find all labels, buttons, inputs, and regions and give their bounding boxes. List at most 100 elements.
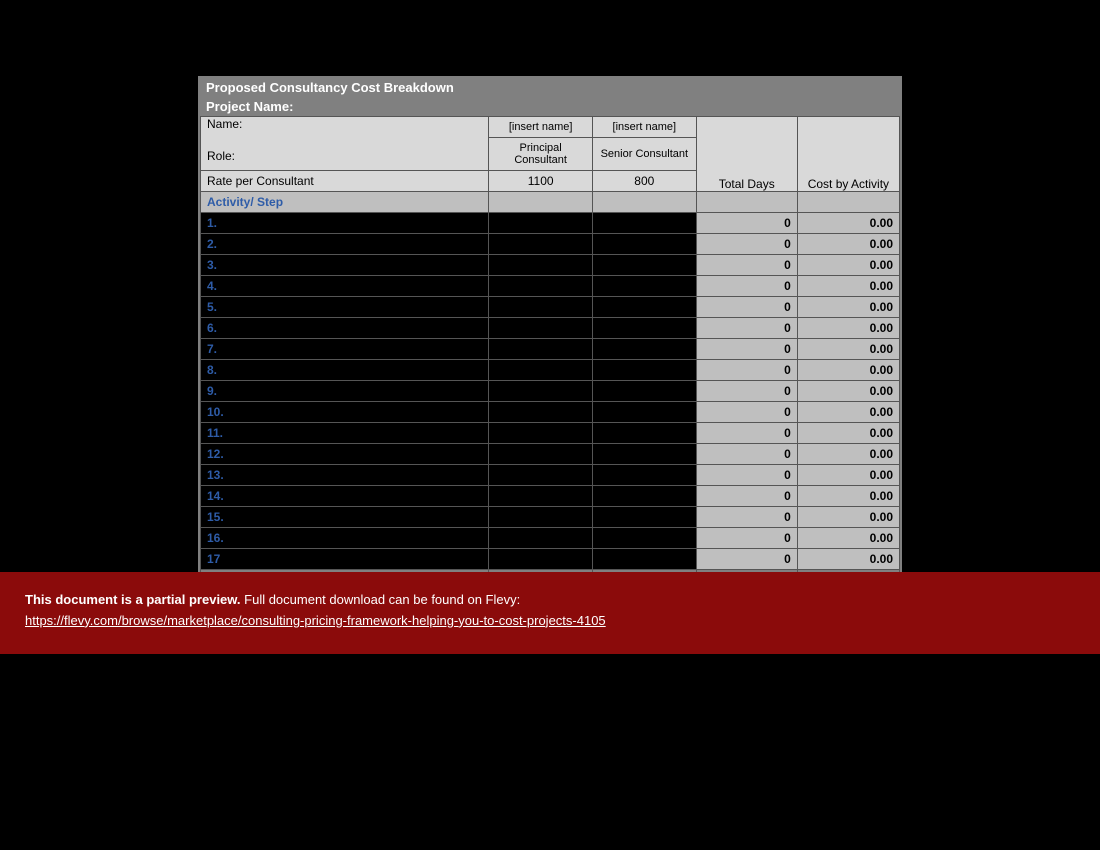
days-input-0[interactable]: [489, 486, 593, 507]
consultant-1-name[interactable]: [insert name]: [592, 117, 696, 138]
row-cost: 0.00: [797, 549, 899, 570]
banner-link[interactable]: https://flevy.com/browse/marketplace/con…: [25, 613, 606, 628]
activity-number[interactable]: 5.: [201, 297, 489, 318]
days-input-1[interactable]: [592, 402, 696, 423]
activity-number[interactable]: 10.: [201, 402, 489, 423]
days-input-1[interactable]: [592, 213, 696, 234]
activity-number[interactable]: 17: [201, 549, 489, 570]
cost-table: Name: Role: [insert name] [insert name] …: [200, 116, 900, 591]
banner-rest: Full document download can be found on F…: [241, 592, 521, 607]
table-row: 13. 00.00: [201, 465, 900, 486]
row-cost: 0.00: [797, 339, 899, 360]
consultant-1-rate[interactable]: 800: [592, 171, 696, 192]
total-days-header: Total Days: [696, 117, 797, 192]
days-input-1[interactable]: [592, 444, 696, 465]
activity-number[interactable]: 13.: [201, 465, 489, 486]
days-input-0[interactable]: [489, 339, 593, 360]
activity-number[interactable]: 15.: [201, 507, 489, 528]
row-cost: 0.00: [797, 255, 899, 276]
days-input-1[interactable]: [592, 318, 696, 339]
table-row: 8.00.00: [201, 360, 900, 381]
activity-number[interactable]: 11.: [201, 423, 489, 444]
days-input-0[interactable]: [489, 402, 593, 423]
row-total-days: 0: [696, 213, 797, 234]
row-cost: 0.00: [797, 276, 899, 297]
activity-number[interactable]: 3.: [201, 255, 489, 276]
days-input-0[interactable]: [489, 360, 593, 381]
activity-number[interactable]: 1.: [201, 213, 489, 234]
table-row: 2.00.00: [201, 234, 900, 255]
activity-number[interactable]: 4.: [201, 276, 489, 297]
activity-number[interactable]: 14.: [201, 486, 489, 507]
row-cost: 0.00: [797, 528, 899, 549]
days-input-0[interactable]: [489, 381, 593, 402]
days-input-1[interactable]: [592, 465, 696, 486]
consultant-1-role: Senior Consultant: [592, 138, 696, 171]
days-input-1[interactable]: [592, 549, 696, 570]
row-cost: 0.00: [797, 360, 899, 381]
days-input-0[interactable]: [489, 234, 593, 255]
row-total-days: 0: [696, 549, 797, 570]
days-input-1[interactable]: [592, 339, 696, 360]
row-cost: 0.00: [797, 423, 899, 444]
days-input-0[interactable]: [489, 423, 593, 444]
row-cost: 0.00: [797, 381, 899, 402]
days-input-0[interactable]: [489, 507, 593, 528]
table-row: 6. 00.00: [201, 318, 900, 339]
row-total-days: 0: [696, 402, 797, 423]
activity-number[interactable]: 6.: [201, 318, 489, 339]
row-total-days: 0: [696, 276, 797, 297]
days-input-0[interactable]: [489, 297, 593, 318]
days-input-1[interactable]: [592, 528, 696, 549]
days-input-1[interactable]: [592, 276, 696, 297]
row-cost: 0.00: [797, 507, 899, 528]
row-total-days: 0: [696, 465, 797, 486]
days-input-1[interactable]: [592, 234, 696, 255]
days-input-1[interactable]: [592, 507, 696, 528]
row-total-days: 0: [696, 507, 797, 528]
days-input-0[interactable]: [489, 318, 593, 339]
activity-number[interactable]: 7.: [201, 339, 489, 360]
row-total-days: 0: [696, 381, 797, 402]
table-row: 7. 00.00: [201, 339, 900, 360]
row-cost: 0.00: [797, 213, 899, 234]
row-cost: 0.00: [797, 318, 899, 339]
row-cost: 0.00: [797, 465, 899, 486]
row-total-days: 0: [696, 444, 797, 465]
row-cost: 0.00: [797, 486, 899, 507]
days-input-1[interactable]: [592, 486, 696, 507]
row-cost: 0.00: [797, 297, 899, 318]
table-row: 10.00.00: [201, 402, 900, 423]
days-input-1[interactable]: [592, 423, 696, 444]
row-total-days: 0: [696, 339, 797, 360]
role-label: Role:: [207, 149, 482, 163]
days-input-0[interactable]: [489, 213, 593, 234]
table-row: 5. 00.00: [201, 297, 900, 318]
table-row: 15. 00.00: [201, 507, 900, 528]
consultant-0-name[interactable]: [insert name]: [489, 117, 593, 138]
activity-number[interactable]: 8.: [201, 360, 489, 381]
days-input-0[interactable]: [489, 549, 593, 570]
project-name-label: Project Name:: [200, 97, 900, 116]
days-input-1[interactable]: [592, 381, 696, 402]
days-input-1[interactable]: [592, 255, 696, 276]
row-total-days: 0: [696, 318, 797, 339]
activity-number[interactable]: 16.: [201, 528, 489, 549]
table-row: 3.00.00: [201, 255, 900, 276]
days-input-1[interactable]: [592, 297, 696, 318]
cost-by-activity-header: Cost by Activity: [797, 117, 899, 192]
days-input-0[interactable]: [489, 465, 593, 486]
table-row: 9. 00.00: [201, 381, 900, 402]
days-input-0[interactable]: [489, 528, 593, 549]
days-input-0[interactable]: [489, 255, 593, 276]
activity-number[interactable]: 9.: [201, 381, 489, 402]
activity-number[interactable]: 2.: [201, 234, 489, 255]
activity-number[interactable]: 12.: [201, 444, 489, 465]
row-total-days: 0: [696, 297, 797, 318]
days-input-0[interactable]: [489, 444, 593, 465]
rate-label: Rate per Consultant: [201, 171, 489, 192]
days-input-0[interactable]: [489, 276, 593, 297]
consultant-0-rate[interactable]: 1100: [489, 171, 593, 192]
row-cost: 0.00: [797, 234, 899, 255]
days-input-1[interactable]: [592, 360, 696, 381]
